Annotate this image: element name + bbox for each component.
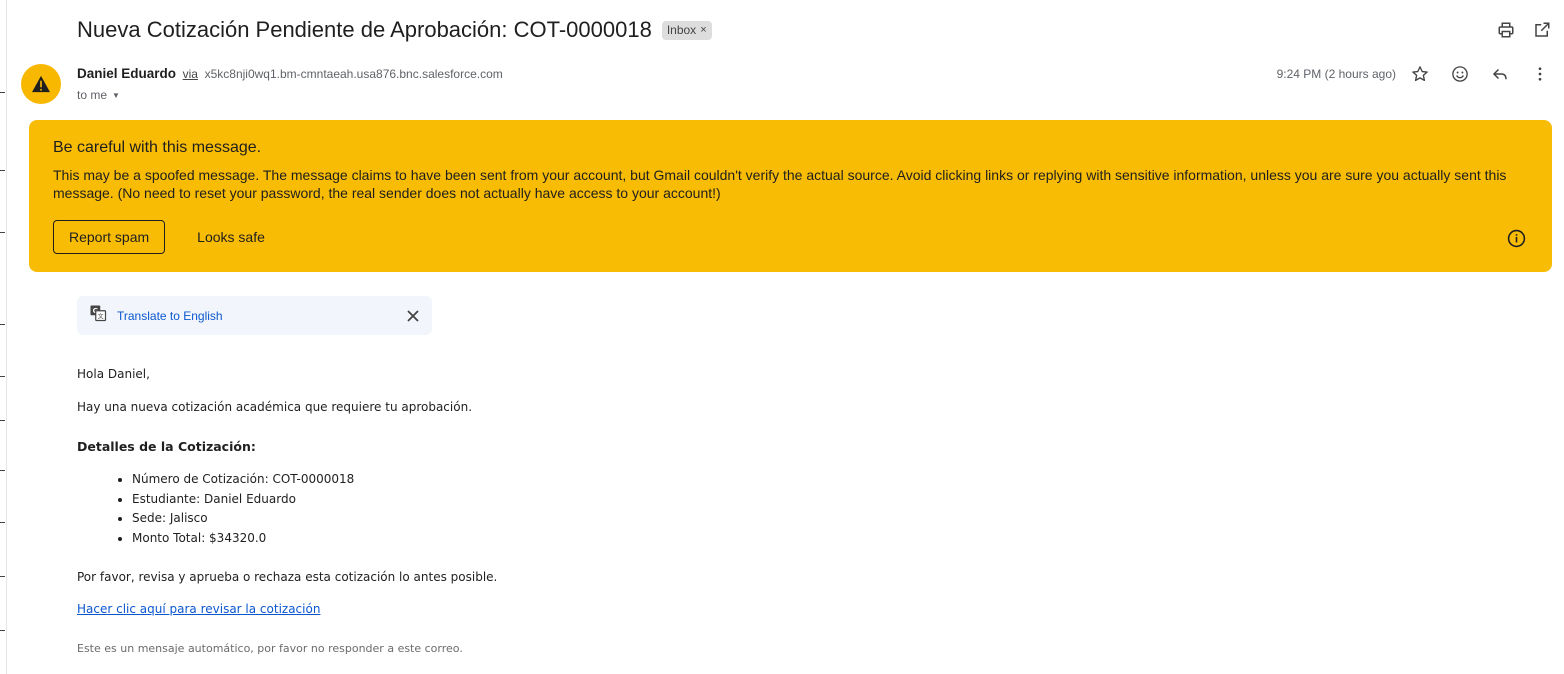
list-item: Monto Total: $34320.0 [132,531,354,551]
greeting: Hola Daniel, [77,367,150,381]
footer-note: Este es un mensaje automático, por favor… [77,642,463,655]
timestamp: 9:24 PM (2 hours ago) [1276,67,1396,81]
warning-triangle-icon [32,75,50,93]
translate-link[interactable]: Translate to English [117,309,223,323]
more-vertical-icon[interactable] [1530,64,1550,84]
star-icon[interactable] [1410,64,1430,84]
subject-row: Nueva Cotización Pendiente de Aprobación… [77,17,712,43]
details-heading: Detalles de la Cotización: [77,439,256,454]
left-edge-strip [0,0,7,674]
warning-title: Be careful with this message. [53,139,262,156]
report-spam-button[interactable]: Report spam [53,220,166,254]
sender-line: Daniel Eduardo via x5kc8nji0wq1.bm-cmnta… [77,66,503,81]
svg-text:文: 文 [98,312,104,320]
remove-label-button[interactable]: × [700,24,706,36]
inbox-label-chip[interactable]: Inbox × [661,20,712,40]
message-meta: 9:24 PM (2 hours ago) [1277,64,1550,84]
translate-icon: G文 [89,304,107,327]
sender-address: x5kc8nji0wq1.bm-cmntaeah.usa876.bnc.sale… [204,67,503,81]
translate-bar: G文 Translate to English [77,296,432,335]
details-list: Número de Cotización: COT-0000018 Estudi… [77,472,354,550]
info-icon[interactable] [1507,229,1526,253]
inbox-label: Inbox [666,23,697,37]
recipients-line: to me ▼ [77,88,120,102]
emoji-reaction-icon[interactable] [1450,64,1470,84]
top-actions [1496,20,1552,40]
email-subject: Nueva Cotización Pendiente de Aprobación… [77,17,652,42]
open-in-new-window-icon[interactable] [1532,20,1552,40]
request-text: Por favor, revisa y aprueba o rechaza es… [77,570,498,584]
looks-safe-button[interactable]: Looks safe [197,229,265,245]
list-item: Sede: Jalisco [132,511,354,531]
close-icon[interactable] [406,309,420,323]
reply-icon[interactable] [1490,64,1510,84]
via-link[interactable]: via [183,67,198,81]
spoof-warning-banner: Be careful with this message. This may b… [29,120,1552,272]
list-item: Número de Cotización: COT-0000018 [132,472,354,492]
intro-text: Hay una nueva cotización académica que r… [77,400,473,414]
sender-avatar[interactable] [21,64,61,104]
review-quote-link[interactable]: Hacer clic aquí para revisar la cotizaci… [77,602,320,616]
printer-icon[interactable] [1496,20,1516,40]
show-details-caret-icon[interactable]: ▼ [112,91,120,100]
recipient-text: to me [77,88,108,102]
warning-text: This may be a spoofed message. The messa… [53,167,1507,201]
sender-name[interactable]: Daniel Eduardo [77,66,176,81]
list-item: Estudiante: Daniel Eduardo [132,492,354,512]
